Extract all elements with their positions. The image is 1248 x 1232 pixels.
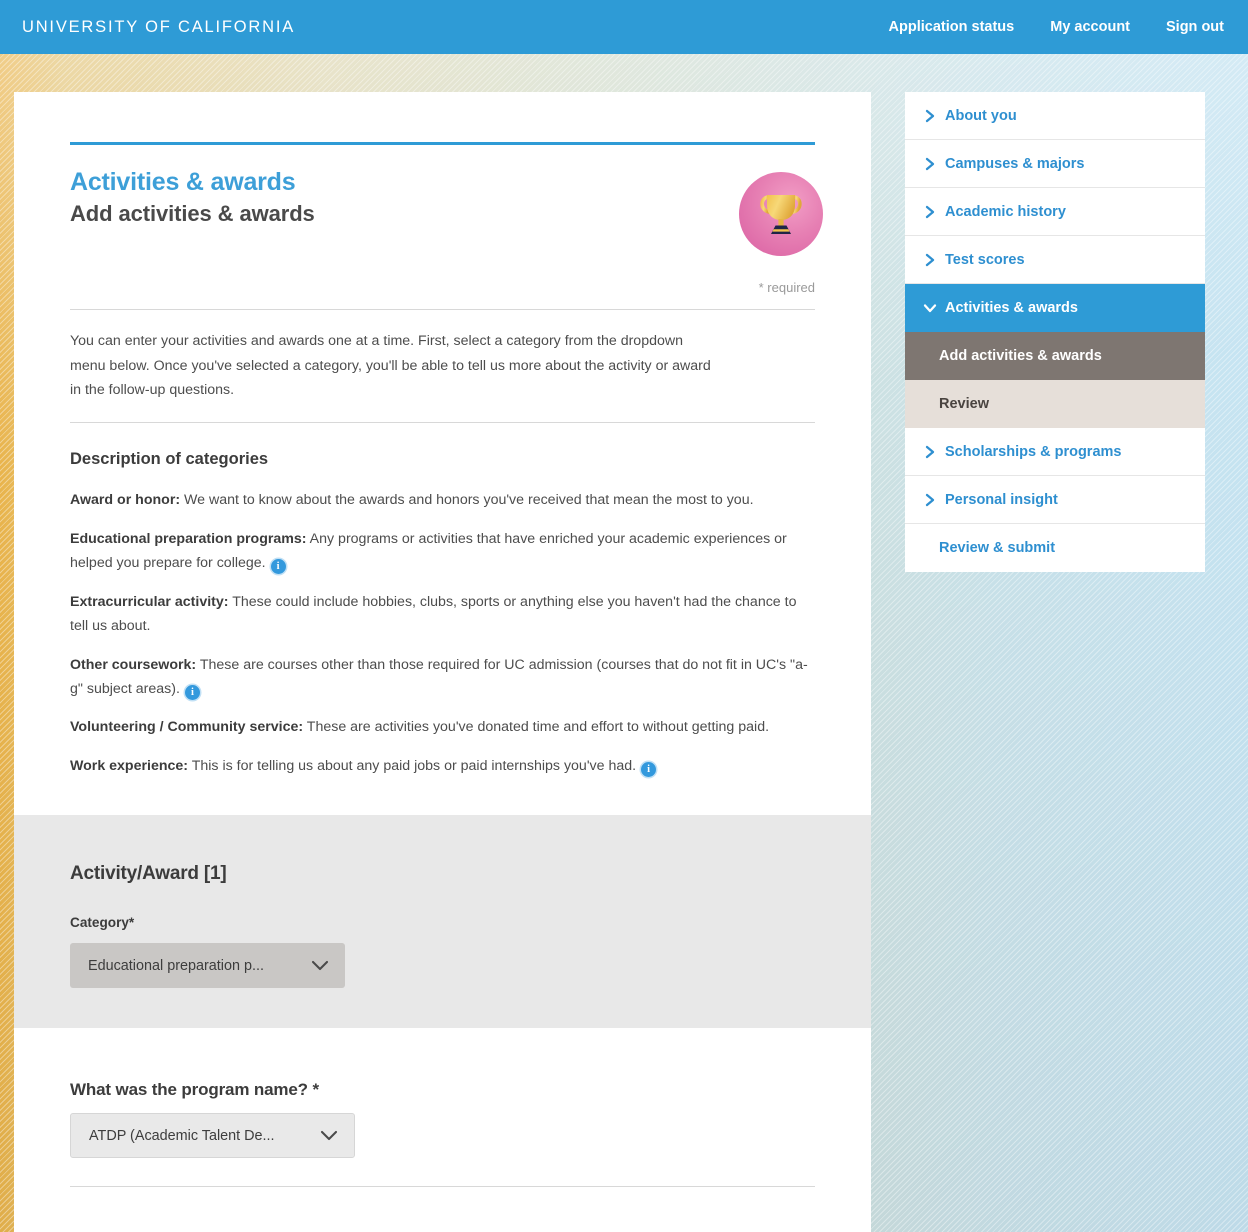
program-name-question: What was the program name? * [70,1080,319,1100]
activity-award-heading: Activity/Award [1] [70,863,227,885]
sidebar-item-academic-history[interactable]: Academic history [905,188,1205,236]
category-description-item: Other coursework: These are courses othe… [70,654,815,702]
category-term: Extracurricular activity: [70,593,229,610]
sidebar-item-label: Academic history [945,203,1066,220]
category-description-item: Extracurricular activity: These could in… [70,591,815,639]
page-eyebrow: Activities & awards [70,168,296,196]
main-content-card: Activities & awards Add activities & awa… [14,92,871,1232]
sidebar-item-label: Personal insight [945,491,1058,508]
category-description-item: Educational preparation programs: Any pr… [70,528,815,576]
category-select[interactable]: Educational preparation p... [70,943,345,989]
category-term: Educational preparation programs: [70,531,307,548]
category-term: Work experience: [70,758,189,775]
sidebar-item-review-submit[interactable]: Review & submit [905,524,1205,572]
category-text: We want to know about the awards and hon… [180,492,754,509]
info-icon[interactable]: i [270,559,286,575]
sidebar-item-campuses-majors[interactable]: Campuses & majors [905,140,1205,188]
section-navigation-sidebar: About you Campuses & majors Academic his… [905,92,1205,572]
sidebar-item-add-activities-awards[interactable]: Add activities & awards [905,332,1205,380]
sidebar-item-label: Scholarships & programs [945,443,1122,460]
descriptions-heading: Description of categories [70,450,269,469]
info-icon[interactable]: i [641,762,657,778]
chevron-down-icon [309,955,331,977]
top-navigation-bar: UNIVERSITY OF CALIFORNIA Application sta… [0,0,1248,54]
chevron-right-icon [921,109,939,123]
sidebar-item-review[interactable]: Review [905,380,1205,428]
program-name-section: What was the program name? * ATDP (Acade… [14,1028,871,1188]
program-name-select-value: ATDP (Academic Talent De... [89,1127,275,1144]
category-text: This is for telling us about any paid jo… [188,758,637,775]
nav-my-account[interactable]: My account [1050,19,1130,35]
chevron-right-icon [921,493,939,507]
chevron-right-icon [921,253,939,267]
chevron-down-icon [921,303,939,314]
sidebar-item-scholarships-programs[interactable]: Scholarships & programs [905,428,1205,476]
category-term: Volunteering / Community service: [70,719,304,736]
sidebar-item-personal-insight[interactable]: Personal insight [905,476,1205,524]
category-description-item: Work experience: This is for telling us … [70,755,815,779]
sidebar-item-about-you[interactable]: About you [905,92,1205,140]
sidebar-item-label: Add activities & awards [939,348,1102,364]
nav-application-status[interactable]: Application status [889,19,1015,35]
intro-text: You can enter your activities and awards… [70,333,711,398]
divider-intro [70,422,815,424]
nav-sign-out[interactable]: Sign out [1166,19,1224,35]
chevron-right-icon [921,157,939,171]
program-name-select[interactable]: ATDP (Academic Talent De... [70,1113,355,1159]
chevron-right-icon [921,445,939,459]
category-field-label: Category* [70,915,135,931]
page-title: Add activities & awards [70,200,315,226]
category-term: Other coursework: [70,656,197,673]
category-description-list: Award or honor: We want to know about th… [14,489,871,779]
category-text: These are activities you've donated time… [303,719,770,736]
category-select-value: Educational preparation p... [88,957,265,974]
trophy-icon [739,172,823,256]
category-description-item: Volunteering / Community service: These … [70,716,815,740]
category-term: Award or honor: [70,492,181,509]
info-icon[interactable]: i [184,684,200,700]
title-top-rule [70,142,815,145]
chevron-down-icon [318,1125,340,1147]
required-note: * required [758,280,815,296]
sidebar-item-label: About you [945,107,1017,124]
sidebar-item-test-scores[interactable]: Test scores [905,236,1205,284]
category-description-item: Award or honor: We want to know about th… [70,489,815,513]
sidebar-item-label: Test scores [945,251,1025,268]
sidebar-item-label: Campuses & majors [945,155,1085,172]
activity-award-panel: Activity/Award [1] Category* Educational… [14,815,871,1029]
page-header: Activities & awards Add activities & awa… [14,167,871,256]
sidebar-item-label: Review & submit [939,540,1056,556]
sidebar-item-label: Review [939,396,989,412]
sidebar-item-label: Activities & awards [945,300,1078,316]
divider-bottom [70,1186,815,1188]
sidebar-item-activities-awards[interactable]: Activities & awards [905,284,1205,332]
chevron-right-icon [921,205,939,219]
uc-brand-logo: UNIVERSITY OF CALIFORNIA [22,17,296,36]
top-nav-links: Application status My account Sign out [889,19,1224,35]
divider-top [70,309,815,311]
